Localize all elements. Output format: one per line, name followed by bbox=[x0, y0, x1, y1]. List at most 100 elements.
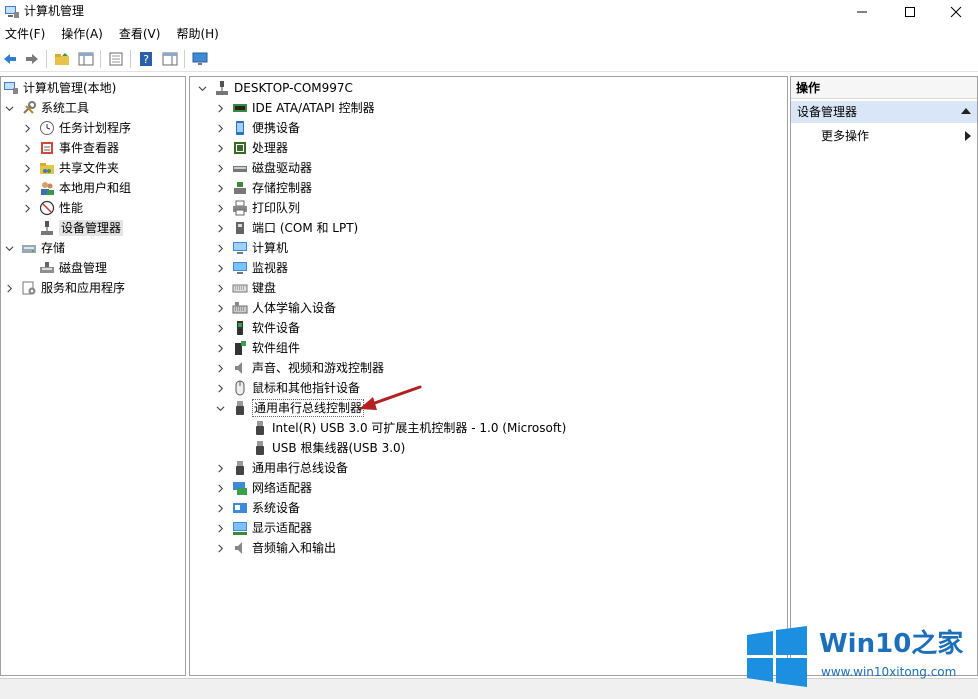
title-bar: 计算机管理 bbox=[0, 0, 978, 24]
menu-file[interactable]: 文件(F) bbox=[0, 24, 50, 44]
chevron-right-icon[interactable] bbox=[214, 342, 226, 354]
tree-item-device-manager[interactable]: 设备管理器 bbox=[39, 218, 124, 238]
tree-item-computer-management[interactable]: 计算机管理(本地) bbox=[3, 78, 116, 98]
chevron-right-icon[interactable] bbox=[214, 142, 226, 154]
usb-icon bbox=[252, 420, 268, 436]
device-category[interactable]: 磁盘驱动器 bbox=[214, 158, 312, 178]
more-actions-item[interactable]: 更多操作 bbox=[821, 126, 977, 146]
device-category-usb-controllers[interactable]: 通用串行总线控制器 bbox=[214, 398, 365, 418]
close-icon bbox=[950, 6, 962, 18]
submenu-arrow-icon bbox=[965, 131, 971, 141]
chevron-right-icon[interactable] bbox=[214, 262, 226, 274]
device-category[interactable]: 处理器 bbox=[214, 138, 288, 158]
tools-icon bbox=[21, 100, 37, 116]
action-pane-button[interactable] bbox=[160, 49, 180, 69]
chevron-down-icon[interactable] bbox=[3, 102, 15, 114]
maximize-button[interactable] bbox=[890, 0, 930, 24]
chevron-right-icon[interactable] bbox=[214, 162, 226, 174]
tree-item-event-viewer[interactable]: 事件查看器 bbox=[21, 138, 119, 158]
device-category[interactable]: 系统设备 bbox=[214, 498, 300, 518]
device-category[interactable]: 监视器 bbox=[214, 258, 288, 278]
toolbar: ? bbox=[0, 46, 978, 72]
chevron-right-icon[interactable] bbox=[214, 122, 226, 134]
chevron-right-icon[interactable] bbox=[214, 282, 226, 294]
device-category[interactable]: IDE ATA/ATAPI 控制器 bbox=[214, 98, 375, 118]
actions-section-device-manager[interactable]: 设备管理器 bbox=[791, 101, 977, 123]
device-category[interactable]: 鼠标和其他指针设备 bbox=[214, 378, 360, 398]
minimize-button[interactable] bbox=[842, 0, 882, 24]
chevron-right-icon[interactable] bbox=[214, 202, 226, 214]
monitor-button[interactable] bbox=[190, 49, 210, 69]
menu-help[interactable]: 帮助(H) bbox=[171, 24, 223, 44]
device-category[interactable]: 软件组件 bbox=[214, 338, 300, 358]
back-button[interactable] bbox=[0, 49, 20, 69]
tree-item-shared-folders[interactable]: 共享文件夹 bbox=[21, 158, 119, 178]
close-button[interactable] bbox=[936, 0, 976, 24]
device-category[interactable]: 声音、视频和游戏控制器 bbox=[214, 358, 384, 378]
chevron-down-icon[interactable] bbox=[214, 402, 226, 414]
tree-item-task-scheduler[interactable]: 任务计划程序 bbox=[21, 118, 131, 138]
forward-button[interactable] bbox=[22, 49, 42, 69]
device-category[interactable]: 音频输入和输出 bbox=[214, 538, 336, 558]
tree-item-local-users[interactable]: 本地用户和组 bbox=[21, 178, 131, 198]
chevron-down-icon[interactable] bbox=[196, 82, 208, 94]
properties-button[interactable] bbox=[106, 49, 126, 69]
watermark-url: www.win10xitong.com bbox=[821, 665, 957, 679]
help-icon: ? bbox=[140, 52, 152, 66]
device-category[interactable]: 软件设备 bbox=[214, 318, 300, 338]
device-category[interactable]: 存储控制器 bbox=[214, 178, 312, 198]
tree-item-services-apps[interactable]: 服务和应用程序 bbox=[3, 278, 125, 298]
chevron-right-icon[interactable] bbox=[214, 522, 226, 534]
device-item-usb-host-controller[interactable]: Intel(R) USB 3.0 可扩展主机控制器 - 1.0 (Microso… bbox=[252, 418, 566, 438]
more-actions-label: 更多操作 bbox=[821, 129, 870, 143]
up-folder-button[interactable] bbox=[52, 49, 72, 69]
device-category[interactable]: 人体学输入设备 bbox=[214, 298, 336, 318]
chevron-right-icon[interactable] bbox=[21, 162, 33, 174]
chevron-right-icon[interactable] bbox=[214, 542, 226, 554]
chevron-right-icon[interactable] bbox=[214, 242, 226, 254]
help-button[interactable]: ? bbox=[136, 49, 156, 69]
device-root[interactable]: DESKTOP-COM997C bbox=[196, 78, 353, 98]
chevron-right-icon[interactable] bbox=[3, 282, 15, 294]
chevron-right-icon[interactable] bbox=[21, 182, 33, 194]
monitor-icon bbox=[192, 52, 208, 65]
clock-icon bbox=[39, 120, 55, 136]
device-tree-pane: DESKTOP-COM997C IDE ATA/ATAPI 控制器 便携设备 处… bbox=[189, 76, 788, 676]
watermark: Win10之家 www.win10xitong.com bbox=[745, 625, 975, 697]
chevron-right-icon[interactable] bbox=[214, 222, 226, 234]
chevron-right-icon[interactable] bbox=[214, 362, 226, 374]
device-category[interactable]: 通用串行总线设备 bbox=[214, 458, 348, 478]
chevron-right-icon[interactable] bbox=[214, 482, 226, 494]
device-category[interactable]: 端口 (COM 和 LPT) bbox=[214, 218, 358, 238]
tree-item-system-tools[interactable]: 系统工具 bbox=[3, 98, 89, 118]
show-hide-tree-button[interactable] bbox=[76, 49, 96, 69]
chevron-right-icon[interactable] bbox=[214, 382, 226, 394]
chevron-right-icon[interactable] bbox=[214, 462, 226, 474]
chevron-right-icon[interactable] bbox=[214, 502, 226, 514]
device-category[interactable]: 网络适配器 bbox=[214, 478, 312, 498]
chevron-right-icon[interactable] bbox=[21, 202, 33, 214]
tree-item-performance[interactable]: 性能 bbox=[21, 198, 83, 218]
chevron-right-icon[interactable] bbox=[214, 102, 226, 114]
network-adapter-icon bbox=[232, 480, 248, 496]
storage-controller-icon bbox=[232, 180, 248, 196]
device-category[interactable]: 便携设备 bbox=[214, 118, 300, 138]
device-item-usb-root-hub[interactable]: USB 根集线器(USB 3.0) bbox=[252, 438, 405, 458]
chevron-right-icon[interactable] bbox=[21, 122, 33, 134]
device-category[interactable]: 键盘 bbox=[214, 278, 276, 298]
tree-item-storage[interactable]: 存储 bbox=[3, 238, 65, 258]
computer-management-app-icon bbox=[4, 4, 20, 20]
chevron-right-icon[interactable] bbox=[21, 142, 33, 154]
chevron-right-icon[interactable] bbox=[214, 322, 226, 334]
chevron-right-icon[interactable] bbox=[214, 302, 226, 314]
chevron-right-icon[interactable] bbox=[214, 182, 226, 194]
chevron-down-icon[interactable] bbox=[3, 242, 15, 254]
collapse-up-icon[interactable] bbox=[961, 108, 971, 114]
device-category[interactable]: 显示适配器 bbox=[214, 518, 312, 538]
tree-item-disk-management[interactable]: 磁盘管理 bbox=[39, 258, 107, 278]
menu-action[interactable]: 操作(A) bbox=[56, 24, 108, 44]
device-category[interactable]: 打印队列 bbox=[214, 198, 300, 218]
device-category[interactable]: 计算机 bbox=[214, 238, 288, 258]
menu-view[interactable]: 查看(V) bbox=[114, 24, 166, 44]
actions-section-label: 设备管理器 bbox=[797, 105, 858, 119]
